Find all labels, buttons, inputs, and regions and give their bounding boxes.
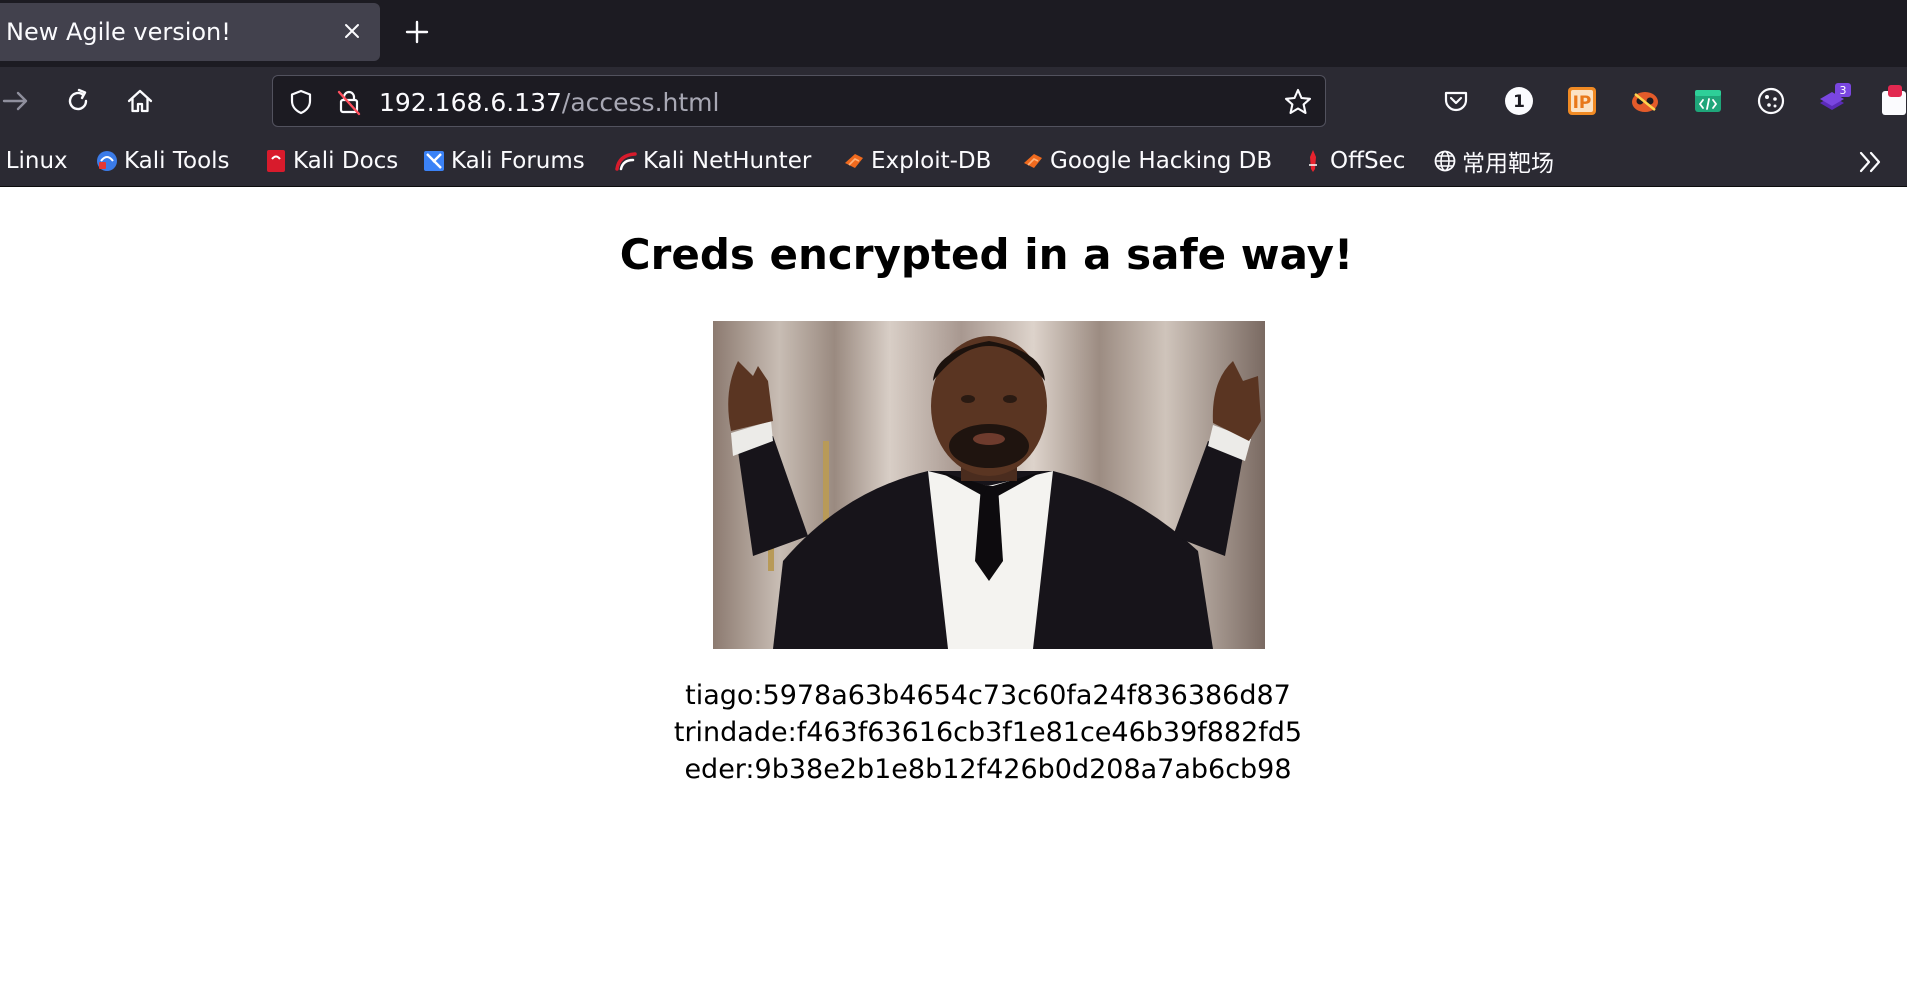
tab-strip: New Agile version! — [0, 0, 1907, 67]
pocket-icon[interactable] — [1436, 81, 1476, 121]
bookmark-kali-docs[interactable]: Kali Docs — [265, 147, 398, 175]
insecure-lock-icon[interactable] — [333, 86, 365, 118]
bookmark-label: Exploit-DB — [871, 148, 992, 174]
bookmark-label: Google Hacking DB — [1050, 148, 1273, 174]
bookmark-kali-tools[interactable]: Kali Tools — [96, 147, 230, 175]
reload-icon — [68, 88, 88, 111]
kali-nethunter-icon — [615, 152, 637, 171]
bookmark-kali-nethunter[interactable]: Kali NetHunter — [615, 147, 811, 175]
url-host: 192.168.6.137 — [379, 88, 562, 117]
home-icon — [127, 89, 153, 113]
new-tab-icon[interactable] — [403, 18, 431, 46]
navigation-toolbar: 192.168.6.137/access.html 1 IP 3 — [0, 67, 1907, 135]
tab-title: New Agile version! — [6, 18, 231, 46]
forward-button[interactable] — [0, 81, 36, 121]
bookmark-label: Kali Forums — [451, 148, 585, 174]
stack-extension-icon[interactable]: 3 — [1814, 81, 1854, 121]
bookmark-offsec[interactable]: OffSec — [1302, 147, 1405, 175]
hack-tools-icon[interactable] — [1625, 81, 1665, 121]
offsec-icon — [1309, 150, 1317, 172]
globe-icon — [1434, 150, 1456, 172]
google-hacking-db-icon — [1024, 154, 1042, 168]
close-tab-icon[interactable] — [338, 17, 366, 45]
credentials-list: tiago:5978a63b4654c73c60fa24f836386d87 t… — [0, 677, 1907, 788]
password-manager-label: 1 — [1513, 92, 1525, 112]
kali-docs-icon — [267, 150, 285, 172]
tracking-protection-icon[interactable] — [285, 86, 317, 118]
chevron-double-right-icon[interactable] — [1856, 147, 1886, 177]
credential-line: tiago:5978a63b4654c73c60fa24f836386d87 — [685, 680, 1291, 711]
cookie-icon[interactable] — [1751, 81, 1791, 121]
page-heading: Creds encrypted in a safe way! — [619, 230, 1354, 279]
reload-button[interactable] — [58, 81, 98, 121]
forward-arrow-icon — [2, 91, 28, 111]
address-bar[interactable]: 192.168.6.137/access.html — [272, 75, 1326, 127]
stack-extension-badge: 3 — [1840, 84, 1847, 97]
extension-icon[interactable] — [1874, 81, 1907, 121]
bookmark-exploit-db[interactable]: Exploit-DB — [843, 147, 991, 175]
ip-extension-icon[interactable]: IP — [1562, 81, 1602, 121]
bookmark-google-hacking-db[interactable]: Google Hacking DB — [1022, 147, 1272, 175]
bookmark-label: OffSec — [1330, 148, 1406, 174]
kali-tools-icon — [97, 151, 117, 171]
bookmark-label: i Linux — [0, 148, 68, 174]
page-content: Creds encrypted in a safe way! tiago:597… — [0, 188, 1907, 993]
bookmark-label: Kali Docs — [293, 148, 399, 174]
active-tab[interactable]: New Agile version! — [0, 3, 380, 61]
home-button[interactable] — [120, 81, 160, 121]
bookmark-label: Kali NetHunter — [643, 148, 812, 174]
credential-line: eder:9b38e2b1e8b12f426b0d208a7ab6cb98 — [684, 754, 1292, 785]
url-path: /access.html — [561, 88, 720, 117]
bookmark-folder[interactable]: 常用靶场 — [1434, 147, 1554, 177]
url-text[interactable]: 192.168.6.137/access.html — [379, 88, 719, 117]
ip-extension-label: IP — [1573, 93, 1592, 113]
code-extension-icon[interactable] — [1688, 81, 1728, 121]
credential-line: trindade:f463f63616cb3f1e81ce46b39f882fd… — [673, 717, 1303, 748]
bookmark-label: 常用靶场 — [1462, 151, 1554, 177]
kali-forums-icon — [424, 151, 444, 171]
exploit-db-icon — [845, 154, 863, 168]
bookmark-label: Kali Tools — [124, 148, 230, 174]
bookmark-kali-forums[interactable]: Kali Forums — [423, 147, 585, 175]
bookmark-kali-linux[interactable]: i Linux — [0, 147, 68, 175]
bookmarks-toolbar: i Linux Kali Tools Kali Docs Kali Forums… — [0, 135, 1907, 187]
password-manager-icon[interactable]: 1 — [1499, 81, 1539, 121]
man-in-tuxedo-image — [713, 321, 1265, 649]
bookmark-star-icon[interactable] — [1282, 86, 1314, 118]
